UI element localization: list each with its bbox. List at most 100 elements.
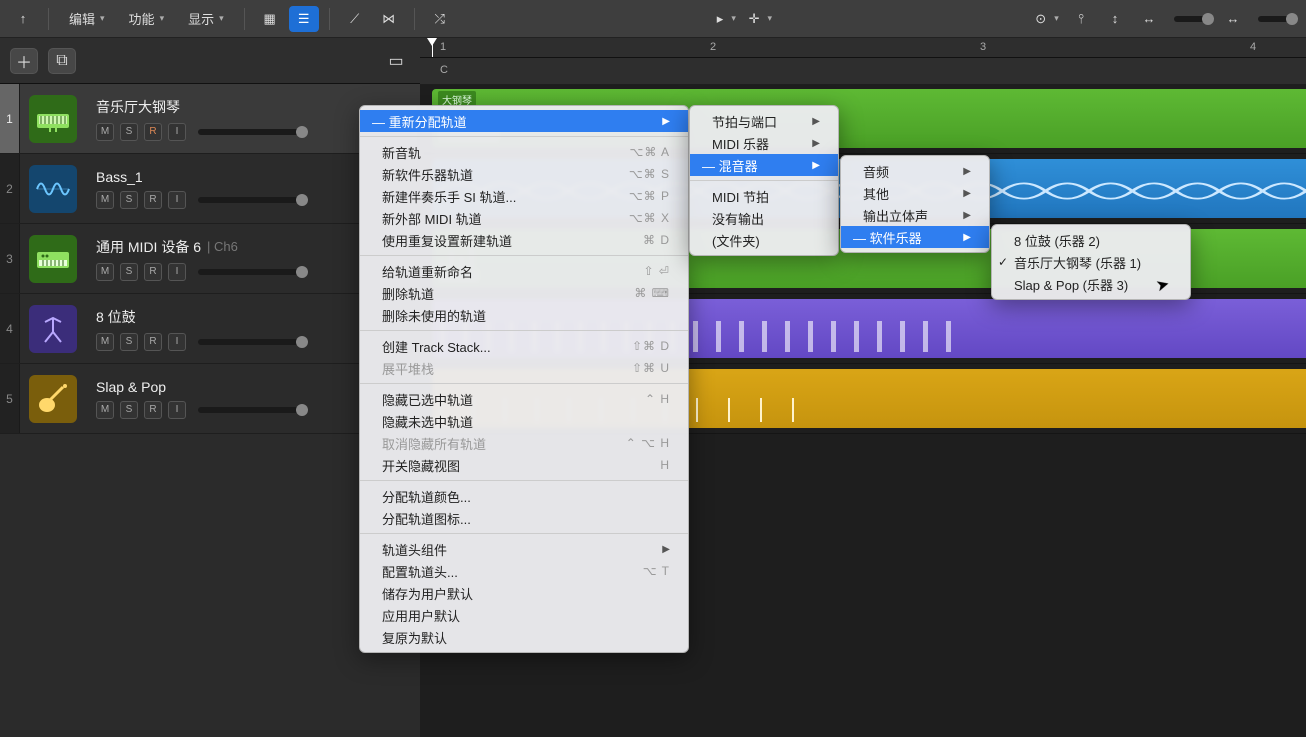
view-menu[interactable]: 显示▾ xyxy=(178,6,234,32)
drumstand-icon[interactable] xyxy=(29,305,77,353)
input-button[interactable]: I xyxy=(168,191,186,209)
hzoom2-icon[interactable]: ↔ xyxy=(1218,6,1248,32)
automation-icon[interactable]: ⟋ xyxy=(340,6,370,32)
volume-slider[interactable] xyxy=(198,339,308,345)
menu-new-ext-midi[interactable]: 新外部 MIDI 轨道⌥⌘ X xyxy=(360,207,688,229)
menu-unhide-all: 取消隐藏所有轨道⌃ ⌥ H xyxy=(360,432,688,454)
instrument-submenu: 8 位鼓 (乐器 2) ✓音乐厅大钢琴 (乐器 1) Slap & Pop (乐… xyxy=(991,224,1191,300)
duplicate-track-button[interactable]: ⧉ xyxy=(48,48,76,74)
mixer-submenu: 音频▶ 其他▶ 输出立体声▶ — 软件乐器▶ xyxy=(840,155,990,253)
track-row[interactable]: 2 Bass_1 M S R I xyxy=(0,154,420,224)
menu-midi-instrument[interactable]: MIDI 乐器▶ xyxy=(690,132,838,154)
list-view-icon[interactable]: ☰ xyxy=(289,6,319,32)
menu-inst-2[interactable]: ✓音乐厅大钢琴 (乐器 1) xyxy=(992,251,1190,273)
solo-button[interactable]: S xyxy=(120,401,138,419)
record-button[interactable]: R xyxy=(144,191,162,209)
pointer-tool-icon[interactable]: ▸▾ xyxy=(711,6,741,32)
piano-icon[interactable] xyxy=(29,95,77,143)
record-button[interactable]: R xyxy=(144,123,162,141)
record-button[interactable]: R xyxy=(144,333,162,351)
menu-delete-track[interactable]: 删除轨道⌘ ⌨ xyxy=(360,282,688,304)
hzoom-slider[interactable] xyxy=(1258,16,1298,22)
playhead-icon[interactable] xyxy=(432,38,433,57)
marquee-icon[interactable]: ⤮ xyxy=(425,6,455,32)
alt-tool-icon[interactable]: ✛▾ xyxy=(745,6,775,32)
vzoom-slider[interactable] xyxy=(1174,16,1214,22)
menu-sw-instrument[interactable]: — 软件乐器▶ xyxy=(841,226,989,248)
menu-new-dup[interactable]: 使用重复设置新建轨道⌘ D xyxy=(360,229,688,251)
menu-apply-default[interactable]: 应用用户默认 xyxy=(360,604,688,626)
menu-audio[interactable]: 音频▶ xyxy=(841,160,989,182)
hzoom-icon[interactable]: ↔ xyxy=(1134,6,1164,32)
track-row[interactable]: 3 通用 MIDI 设备 6| Ch6 M S R I xyxy=(0,224,420,294)
menu-toggle-hide[interactable]: 开关隐藏视图H xyxy=(360,454,688,476)
track-number: 1 xyxy=(0,84,20,153)
ruler[interactable]: 1 2 3 4 C xyxy=(420,38,1306,83)
record-button[interactable]: R xyxy=(144,401,162,419)
grid-view-icon[interactable]: ▦ xyxy=(255,6,285,32)
mute-button[interactable]: M xyxy=(96,191,114,209)
menu-no-output[interactable]: 没有输出 xyxy=(690,207,838,229)
menu-assign-icon[interactable]: 分配轨道图标... xyxy=(360,507,688,529)
vzoom-icon[interactable]: ↕ xyxy=(1100,6,1130,32)
wave-icon[interactable] xyxy=(29,165,77,213)
menu-new-track[interactable]: 新音轨⌥⌘ A xyxy=(360,141,688,163)
solo-button[interactable]: S xyxy=(120,123,138,141)
track-row[interactable]: 4 8 位鼓 M S R I xyxy=(0,294,420,364)
record-button[interactable]: R xyxy=(144,263,162,281)
function-menu[interactable]: 功能▾ xyxy=(119,6,175,32)
menu-save-default[interactable]: 储存为用户默认 xyxy=(360,582,688,604)
volume-slider[interactable] xyxy=(198,129,308,135)
menu-other[interactable]: 其他▶ xyxy=(841,182,989,204)
menu-delete-unused[interactable]: 删除未使用的轨道 xyxy=(360,304,688,326)
menu-folder[interactable]: (文件夹) xyxy=(690,229,838,251)
menu-track-stack[interactable]: 创建 Track Stack...⇧⌘ D xyxy=(360,335,688,357)
bass-guitar-icon[interactable] xyxy=(29,375,77,423)
solo-button[interactable]: S xyxy=(120,263,138,281)
add-track-button[interactable]: ＋ xyxy=(10,48,38,74)
track-number: 2 xyxy=(0,154,20,223)
edit-menu[interactable]: 编辑▾ xyxy=(59,6,115,32)
track-number: 4 xyxy=(0,294,20,363)
menu-beat-port[interactable]: 节拍与端口▶ xyxy=(690,110,838,132)
menu-new-acc-track[interactable]: 新建伴奏乐手 SI 轨道...⌥⌘ P xyxy=(360,185,688,207)
input-button[interactable]: I xyxy=(168,333,186,351)
menu-flatten-stack: 展平堆栈⇧⌘ U xyxy=(360,357,688,379)
menu-configure-head[interactable]: 配置轨道头...⌥ T xyxy=(360,560,688,582)
volume-slider[interactable] xyxy=(198,197,308,203)
mute-button[interactable]: M xyxy=(96,401,114,419)
track-row[interactable]: 5 Slap & Pop M S R I xyxy=(0,364,420,434)
volume-slider[interactable] xyxy=(198,407,308,413)
menu-out-stereo[interactable]: 输出立体声▶ xyxy=(841,204,989,226)
menu-head-components[interactable]: 轨道头组件▶ xyxy=(360,538,688,560)
menu-inst-1[interactable]: 8 位鼓 (乐器 2) xyxy=(992,229,1190,251)
track-list: 1 音乐厅大钢琴 M S R I 2 Bass_1 xyxy=(0,84,420,737)
menu-new-sw-track[interactable]: 新软件乐器轨道⌥⌘ S xyxy=(360,163,688,185)
keyboard-icon[interactable] xyxy=(29,235,77,283)
input-button[interactable]: I xyxy=(168,263,186,281)
catch-playhead-button[interactable]: ▭ xyxy=(382,48,410,74)
track-row[interactable]: 1 音乐厅大钢琴 M S R I xyxy=(0,84,420,154)
input-button[interactable]: I xyxy=(168,401,186,419)
volume-slider[interactable] xyxy=(198,269,308,275)
flex-icon[interactable]: ⋈ xyxy=(374,6,404,32)
menu-rename-track[interactable]: 给轨道重新命名⇧ ⏎ xyxy=(360,260,688,282)
mute-button[interactable]: M xyxy=(96,123,114,141)
up-icon[interactable]: ↑ xyxy=(8,6,38,32)
solo-button[interactable]: S xyxy=(120,333,138,351)
menu-hide-unselected[interactable]: 隐藏未选中轨道 xyxy=(360,410,688,432)
reassign-submenu: 节拍与端口▶ MIDI 乐器▶ — 混音器▶ MIDI 节拍 没有输出 (文件夹… xyxy=(689,105,839,256)
mute-button[interactable]: M xyxy=(96,333,114,351)
solo-button[interactable]: S xyxy=(120,191,138,209)
menu-mixer[interactable]: — 混音器▶ xyxy=(690,154,838,176)
menu-reassign-track[interactable]: — 重新分配轨道▶ xyxy=(360,110,688,132)
mute-button[interactable]: M xyxy=(96,263,114,281)
snap-icon[interactable]: ⊙▾ xyxy=(1032,6,1062,32)
input-button[interactable]: I xyxy=(168,123,186,141)
menu-restore-default[interactable]: 复原为默认 xyxy=(360,626,688,648)
menu-midi-beat[interactable]: MIDI 节拍 xyxy=(690,185,838,207)
menu-assign-color[interactable]: 分配轨道颜色... xyxy=(360,485,688,507)
menu-inst-3[interactable]: Slap & Pop (乐器 3) xyxy=(992,273,1190,295)
waveform-zoom-icon[interactable]: ⫯ xyxy=(1066,6,1096,32)
menu-hide-selected[interactable]: 隐藏已选中轨道⌃ H xyxy=(360,388,688,410)
